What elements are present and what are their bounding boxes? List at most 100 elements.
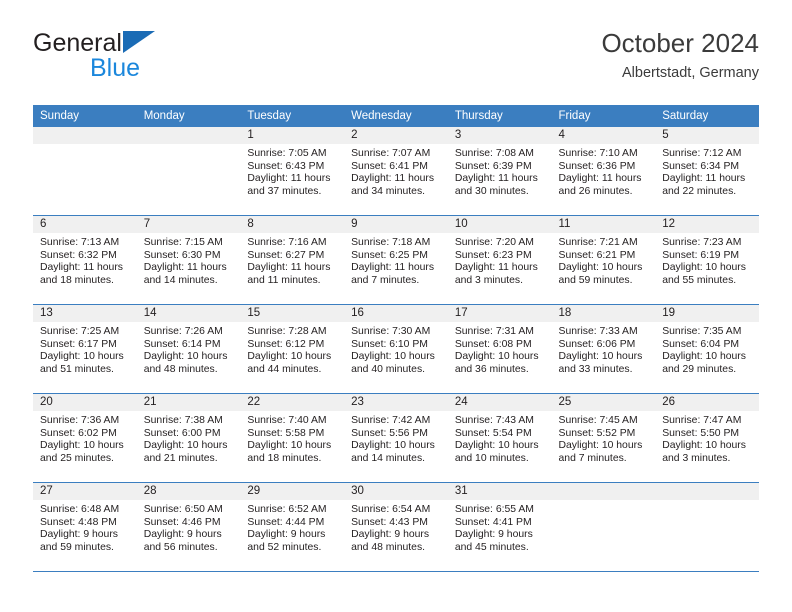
day-details: Sunrise: 6:50 AM Sunset: 4:46 PM Daylight:… (137, 500, 241, 554)
day-number: 7 (136, 216, 241, 233)
calendar-day-cell[interactable]: 9 Sunrise: 7:18 AM Sunset: 6:25 PM Daylight… (344, 215, 448, 305)
sunrise-text: Sunrise: 7:18 AM (351, 237, 431, 248)
sunrise-text: Sunrise: 7:33 AM (558, 326, 638, 337)
day-number: 10 (447, 216, 552, 233)
sunset-text: Sunset: 4:46 PM (143, 516, 221, 528)
daylight-text-line1: Daylight: 11 hours (143, 262, 227, 274)
calendar-day-cell[interactable]: 11 Sunrise: 7:21 AM Sunset: 6:21 PM Dayligh… (551, 215, 656, 305)
calendar-day-cell[interactable]: 17 Sunrise: 7:31 AM Sunset: 6:08 PM Dayligh… (447, 304, 552, 394)
day-number: 23 (344, 394, 448, 411)
calendar-day-cell[interactable]: 28 Sunrise: 6:50 AM Sunset: 4:46 PM Dayligh… (136, 482, 241, 572)
day-details: Sunrise: 7:30 AM Sunset: 6:10 PM Daylight:… (344, 322, 448, 376)
sunset-text: Sunset: 4:41 PM (454, 516, 532, 528)
day-details (33, 144, 137, 148)
daylight-text-line2: and 3 minutes. (454, 274, 523, 286)
calendar-day-cell[interactable]: 15 Sunrise: 7:28 AM Sunset: 6:12 PM Dayligh… (240, 304, 345, 394)
calendar-day-cell[interactable]: 21 Sunrise: 7:38 AM Sunset: 6:00 PM Dayligh… (136, 393, 241, 483)
calendar-day-cell[interactable]: 14 Sunrise: 7:26 AM Sunset: 6:14 PM Dayligh… (136, 304, 241, 394)
calendar-day-cell[interactable]: 27 Sunrise: 6:48 AM Sunset: 4:48 PM Dayligh… (33, 482, 137, 572)
calendar-day-cell[interactable] (136, 127, 241, 216)
logo-general-blue[interactable]: General Blue (33, 28, 253, 90)
daylight-text-line2: and 3 minutes. (662, 452, 731, 464)
daylight-text-line1: Daylight: 9 hours (247, 529, 326, 541)
calendar-day-cell[interactable] (655, 482, 759, 572)
day-number: 6 (33, 216, 137, 233)
daylight-text-line1: Daylight: 9 hours (454, 529, 533, 541)
calendar-day-cell[interactable]: 19 Sunrise: 7:35 AM Sunset: 6:04 PM Dayligh… (655, 304, 759, 394)
calendar-day-cell[interactable]: 3 Sunrise: 7:08 AM Sunset: 6:39 PM Daylight… (447, 127, 552, 216)
calendar-day-cell[interactable]: 1 Sunrise: 7:05 AM Sunset: 6:43 PM Daylight… (240, 127, 345, 216)
sunrise-text: Sunrise: 7:15 AM (143, 237, 223, 248)
calendar-day-cell[interactable]: 26 Sunrise: 7:47 AM Sunset: 5:50 PM Dayligh… (655, 393, 759, 483)
daylight-text-line1: Daylight: 11 hours (558, 173, 642, 185)
weekday-header-sunday: Sunday (33, 105, 137, 127)
sunrise-text: Sunrise: 7:20 AM (454, 237, 534, 248)
sunset-text: Sunset: 6:43 PM (247, 160, 325, 172)
daylight-text-line1: Daylight: 11 hours (351, 262, 435, 274)
day-details: Sunrise: 7:08 AM Sunset: 6:39 PM Daylight:… (448, 144, 552, 198)
day-details: Sunrise: 7:20 AM Sunset: 6:23 PM Daylight:… (448, 233, 552, 287)
calendar-day-cell[interactable]: 13 Sunrise: 7:25 AM Sunset: 6:17 PM Dayligh… (33, 304, 137, 394)
daylight-text-line1: Daylight: 10 hours (558, 262, 643, 274)
calendar-day-cell[interactable]: 20 Sunrise: 7:36 AM Sunset: 6:02 PM Dayligh… (33, 393, 137, 483)
day-number (655, 483, 759, 500)
daylight-text-line1: Daylight: 10 hours (351, 440, 435, 452)
calendar-day-cell[interactable]: 25 Sunrise: 7:45 AM Sunset: 5:52 PM Dayligh… (551, 393, 656, 483)
sunset-text: Sunset: 6:36 PM (558, 160, 636, 172)
day-details (137, 144, 241, 148)
sunrise-text: Sunrise: 7:13 AM (40, 237, 120, 248)
day-details: Sunrise: 7:12 AM Sunset: 6:34 PM Daylight:… (655, 144, 759, 198)
daylight-text-line1: Daylight: 11 hours (662, 173, 746, 185)
daylight-text-line1: Daylight: 11 hours (351, 173, 435, 185)
sunset-text: Sunset: 5:52 PM (558, 427, 636, 439)
day-details: Sunrise: 7:10 AM Sunset: 6:36 PM Daylight:… (552, 144, 656, 198)
calendar-day-cell[interactable] (551, 482, 656, 572)
sunrise-text: Sunrise: 7:40 AM (247, 415, 327, 426)
daylight-text-line2: and 36 minutes. (454, 363, 529, 375)
calendar-header-row: Sunday Monday Tuesday Wednesday Thursday… (33, 105, 759, 127)
calendar-day-cell[interactable]: 16 Sunrise: 7:30 AM Sunset: 6:10 PM Dayligh… (344, 304, 448, 394)
daylight-text-line1: Daylight: 10 hours (662, 440, 746, 452)
calendar-day-cell[interactable]: 10 Sunrise: 7:20 AM Sunset: 6:23 PM Dayligh… (447, 215, 552, 305)
calendar-day-cell[interactable]: 31 Sunrise: 6:55 AM Sunset: 4:41 PM Dayligh… (447, 482, 552, 572)
day-number: 3 (447, 127, 552, 144)
day-number: 14 (136, 305, 241, 322)
daylight-text-line2: and 48 minutes. (143, 363, 218, 375)
calendar-day-cell[interactable]: 6 Sunrise: 7:13 AM Sunset: 6:32 PM Daylight… (33, 215, 137, 305)
sunset-text: Sunset: 6:34 PM (662, 160, 740, 172)
day-number: 2 (344, 127, 448, 144)
day-details: Sunrise: 7:40 AM Sunset: 5:58 PM Daylight:… (240, 411, 344, 465)
sunset-text: Sunset: 4:43 PM (351, 516, 428, 528)
daylight-text-line2: and 29 minutes. (662, 363, 737, 375)
daylight-text-line1: Daylight: 10 hours (247, 440, 332, 452)
sunset-text: Sunset: 6:23 PM (454, 249, 532, 261)
daylight-text-line2: and 25 minutes. (40, 452, 114, 464)
calendar-day-cell[interactable]: 8 Sunrise: 7:16 AM Sunset: 6:27 PM Daylight… (240, 215, 345, 305)
weekday-header-wednesday: Wednesday (344, 105, 448, 127)
day-details: Sunrise: 7:21 AM Sunset: 6:21 PM Daylight:… (552, 233, 656, 287)
day-number: 26 (655, 394, 759, 411)
sunset-text: Sunset: 6:04 PM (662, 338, 740, 350)
calendar-day-cell[interactable]: 7 Sunrise: 7:15 AM Sunset: 6:30 PM Daylight… (136, 215, 241, 305)
calendar-day-cell[interactable]: 24 Sunrise: 7:43 AM Sunset: 5:54 PM Dayligh… (447, 393, 552, 483)
calendar-day-cell[interactable]: 12 Sunrise: 7:23 AM Sunset: 6:19 PM Dayligh… (655, 215, 759, 305)
calendar-day-cell[interactable]: 30 Sunrise: 6:54 AM Sunset: 4:43 PM Dayligh… (344, 482, 448, 572)
daylight-text-line1: Daylight: 9 hours (351, 529, 430, 541)
daylight-text-line2: and 59 minutes. (558, 274, 633, 286)
calendar-day-cell[interactable]: 2 Sunrise: 7:07 AM Sunset: 6:41 PM Daylight… (344, 127, 448, 216)
sunset-text: Sunset: 6:30 PM (143, 249, 221, 261)
calendar-day-cell[interactable] (33, 127, 137, 216)
calendar-day-cell[interactable]: 18 Sunrise: 7:33 AM Sunset: 6:06 PM Dayligh… (551, 304, 656, 394)
calendar-day-cell[interactable]: 23 Sunrise: 7:42 AM Sunset: 5:56 PM Dayligh… (344, 393, 448, 483)
sunrise-text: Sunrise: 7:35 AM (662, 326, 742, 337)
calendar-day-cell[interactable]: 29 Sunrise: 6:52 AM Sunset: 4:44 PM Dayligh… (240, 482, 345, 572)
day-details: Sunrise: 7:07 AM Sunset: 6:41 PM Daylight:… (344, 144, 448, 198)
calendar-day-cell[interactable]: 5 Sunrise: 7:12 AM Sunset: 6:34 PM Daylight… (655, 127, 759, 216)
sunrise-text: Sunrise: 7:36 AM (40, 415, 120, 426)
calendar-day-cell[interactable]: 22 Sunrise: 7:40 AM Sunset: 5:58 PM Dayligh… (240, 393, 345, 483)
calendar-day-cell[interactable]: 4 Sunrise: 7:10 AM Sunset: 6:36 PM Daylight… (551, 127, 656, 216)
daylight-text-line2: and 45 minutes. (454, 541, 529, 553)
sunrise-text: Sunrise: 6:48 AM (40, 504, 120, 515)
calendar-week-row: 6 Sunrise: 7:13 AM Sunset: 6:32 PM Daylight… (33, 215, 759, 305)
sunset-text: Sunset: 6:14 PM (143, 338, 221, 350)
